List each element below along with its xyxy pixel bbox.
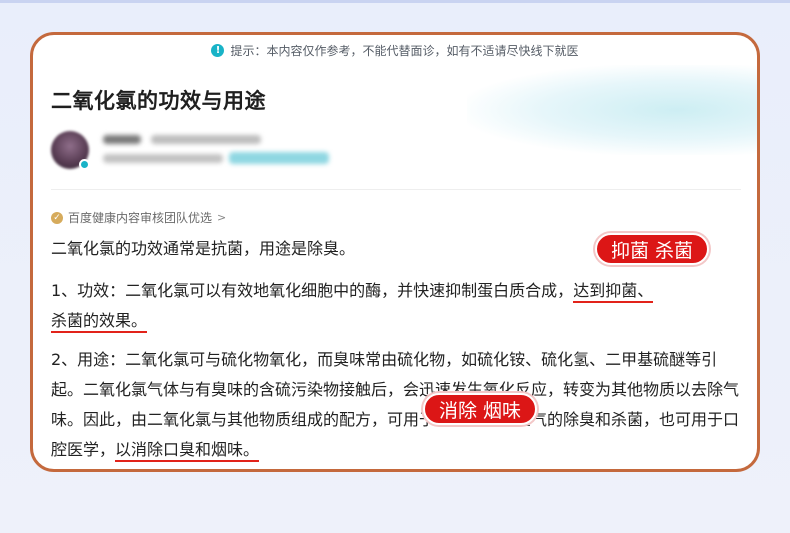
use-paragraph: 2、用途：二氧化氯可与硫化物氧化，而臭味常由硫化物，如硫化铵、硫化氢、二甲基硫醚… <box>51 345 741 465</box>
tag-antibacterial: 抑菌 杀菌 <box>595 233 710 265</box>
intro-text: 二氧化氯的功效通常是抗菌，用途是除臭。 <box>51 239 356 258</box>
audit-badge[interactable]: ✓ 百度健康内容审核团队优选 > <box>51 209 226 226</box>
audit-text: 百度健康内容审核团队优选 <box>68 211 213 225</box>
effect-text: 1、功效：二氧化氯可以有效地氧化细胞中的酶，并快速抑制蛋白质合成， <box>51 281 574 300</box>
disclaimer-text: 提示：本内容仅作参考，不能代替面诊，如有不适请尽快线下就医 <box>230 43 579 58</box>
effect-highlight-a: 达到抑菌、 <box>573 281 654 303</box>
verified-badge-icon <box>79 159 90 170</box>
divider <box>51 189 741 190</box>
disclaimer-notice: ! 提示：本内容仅作参考，不能代替面诊，如有不适请尽快线下就医 <box>33 39 757 61</box>
intro-paragraph: 二氧化氯的功效通常是抗菌，用途是除臭。 <box>51 234 355 264</box>
info-icon: ! <box>211 43 225 57</box>
author-title-blurred <box>151 135 261 144</box>
author-hospital-blurred <box>103 154 223 163</box>
effect-highlight-b: 杀菌的效果。 <box>51 311 148 333</box>
use-highlight: 以消除口臭和烟味。 <box>115 440 260 462</box>
author-info[interactable] <box>51 129 741 189</box>
effect-paragraph: 1、功效：二氧化氯可以有效地氧化细胞中的酶，并快速抑制蛋白质合成，达到抑菌、杀菌… <box>51 276 741 336</box>
page-title: 二氧化氯的功效与用途 <box>51 89 266 113</box>
tag-remove-smoke-odor: 消除 烟味 <box>423 393 538 425</box>
author-tag-blurred <box>229 152 329 164</box>
chevron-right-icon: > <box>217 211 227 224</box>
shield-check-icon: ✓ <box>51 211 63 224</box>
article-card: ! 提示：本内容仅作参考，不能代替面诊，如有不适请尽快线下就医 二氧化氯的功效与… <box>30 32 760 472</box>
author-name-blurred <box>103 135 141 144</box>
top-border <box>0 0 790 3</box>
